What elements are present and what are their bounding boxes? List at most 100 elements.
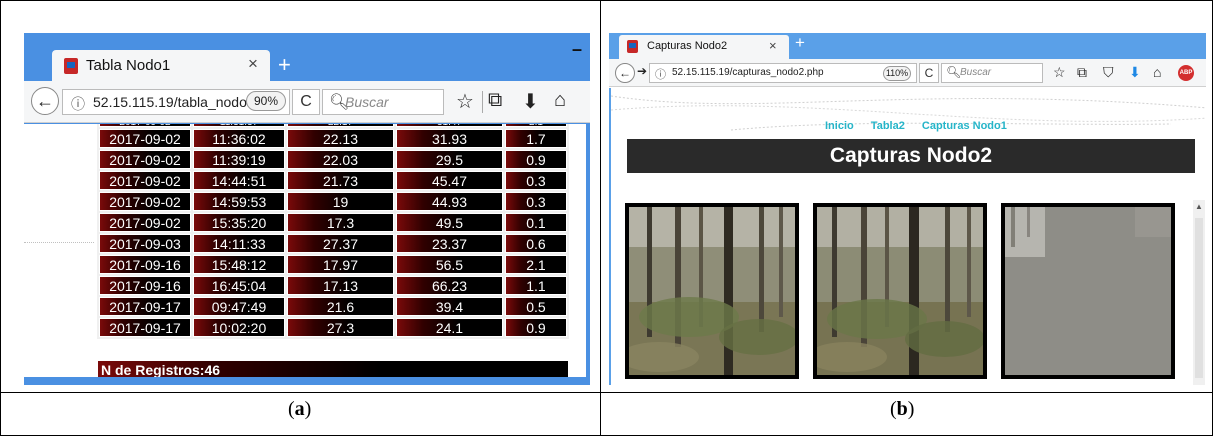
- close-tab-icon[interactable]: ×: [769, 38, 777, 53]
- table-cell: 17.3: [287, 213, 394, 232]
- figure-divider-horizontal: [0, 392, 1213, 393]
- table-cell: 2017-09-02: [99, 150, 191, 169]
- scroll-up-icon[interactable]: ▲: [1195, 202, 1203, 211]
- page-content: 2017-09-0211:31:3722.1731.472.1 2017-09-0…: [24, 124, 586, 377]
- url-text: 52.15.115.19/tabla_nodo1.p: [93, 94, 266, 110]
- forward-button[interactable]: ➔: [637, 64, 647, 78]
- search-input[interactable]: 🔍︎ Buscar: [941, 63, 1043, 83]
- table-cell: 10:02:20: [193, 318, 285, 337]
- nav-link-capturas-nodo1[interactable]: Capturas Nodo1: [922, 120, 1007, 132]
- zoom-badge[interactable]: 90%: [246, 91, 286, 111]
- table-cell: 0.6: [504, 234, 567, 253]
- capture-image[interactable]: [1001, 203, 1175, 379]
- new-tab-icon[interactable]: +: [278, 52, 291, 78]
- browser-tab[interactable]: Capturas Nodo2 ×: [619, 35, 789, 59]
- table-row: 2017-09-02 14:44:51 21.73 45.47 0.3: [99, 171, 567, 190]
- url-bar[interactable]: ⓘ 52.15.115.19/capturas_nodo2.php: [649, 63, 917, 83]
- table-cell: 56.5: [395, 255, 503, 274]
- scrollbar[interactable]: ▲: [1193, 200, 1205, 385]
- library-icon[interactable]: ⧉: [488, 89, 502, 112]
- capture-image[interactable]: [625, 203, 799, 379]
- table-cell: 0.9: [504, 150, 567, 169]
- browser-tab[interactable]: Tabla Nodo1 ×: [52, 50, 270, 81]
- caption-a: (a): [288, 398, 312, 420]
- table-cell: 17.97: [287, 255, 394, 274]
- table-cell: 2017-09-02: [99, 192, 191, 211]
- table-cell: 2017-09-17: [99, 318, 191, 337]
- pocket-icon[interactable]: ⛉: [1103, 64, 1114, 81]
- data-table: 2017-09-0211:31:3722.1731.472.1 2017-09-0…: [97, 124, 569, 339]
- nav-link-inicio[interactable]: Inicio: [825, 120, 854, 132]
- table-row: 2017-09-02 15:35:20 17.3 49.5 0.1: [99, 213, 567, 232]
- close-tab-icon[interactable]: ×: [248, 54, 258, 74]
- table-cell: 11:36:02: [193, 129, 285, 148]
- search-input[interactable]: 🔍︎ Buscar: [322, 89, 444, 115]
- nav-link-tabla2[interactable]: Tabla2: [871, 120, 905, 132]
- table-row: 2017-09-16 15:48:12 17.97 56.5 2.1: [99, 255, 567, 274]
- table-cell: 14:11:33: [193, 234, 285, 253]
- download-icon[interactable]: ⬇: [1129, 64, 1141, 81]
- record-count: N de Registros:46: [97, 360, 569, 377]
- minimize-icon[interactable]: –: [572, 39, 582, 60]
- favicon-icon: [627, 40, 638, 53]
- table-row: 2017-09-02 11:36:02 22.13 31.93 1.7: [99, 129, 567, 148]
- back-button[interactable]: ←: [31, 87, 59, 115]
- capture-image[interactable]: [813, 203, 987, 379]
- table-cell: 0.9: [504, 318, 567, 337]
- toolbar-separator: [482, 91, 483, 113]
- bookmark-star-icon[interactable]: ☆: [1053, 64, 1066, 81]
- reload-button[interactable]: C: [292, 89, 320, 115]
- table-row: 2017-09-17 09:47:49 21.6 39.4 0.5: [99, 297, 567, 316]
- table-cell: 2017-09-02: [99, 129, 191, 148]
- home-icon[interactable]: ⌂: [1153, 64, 1161, 80]
- zoom-badge[interactable]: 110%: [883, 66, 911, 81]
- table-row-partial: 2017-09-0211:31:3722.1731.472.1: [99, 124, 567, 127]
- title-bar: Capturas Nodo2 × +: [609, 33, 1206, 59]
- back-button[interactable]: ←: [615, 63, 635, 83]
- info-icon[interactable]: ⓘ: [71, 94, 85, 114]
- table-cell: 2017-09-02: [99, 171, 191, 190]
- page-content: Inicio Tabla2 Capturas Nodo1 Capturas No…: [609, 88, 1206, 385]
- table-cell: 22.13: [287, 129, 394, 148]
- table-row: 2017-09-16 16:45:04 17.13 66.23 1.1: [99, 276, 567, 295]
- table-cell: 31.93: [395, 129, 503, 148]
- table-cell: 11:31:37: [193, 124, 285, 127]
- table-cell: 14:44:51: [193, 171, 285, 190]
- table-row: 2017-09-17 10:02:20 27.3 24.1 0.9: [99, 318, 567, 337]
- browser-window-a: Tabla Nodo1 × + – ← ⓘ 52.15.115.19/tabla…: [24, 33, 590, 385]
- bookmark-star-icon[interactable]: ☆: [456, 89, 474, 114]
- table-cell: 0.3: [504, 171, 567, 190]
- table-cell: 15:35:20: [193, 213, 285, 232]
- table-cell: 21.73: [287, 171, 394, 190]
- new-tab-icon[interactable]: +: [795, 33, 805, 53]
- nav-bar: ← ➔ ⓘ 52.15.115.19/capturas_nodo2.php 11…: [609, 59, 1206, 87]
- table-cell: 1.1: [504, 276, 567, 295]
- nav-bar: ← ⓘ 52.15.115.19/tabla_nodo1.p ▼ 90% C 🔍…: [24, 81, 590, 123]
- library-icon[interactable]: ⧉: [1077, 64, 1087, 81]
- browser-window-b: Capturas Nodo2 × + ← ➔ ⓘ 52.15.115.19/ca…: [609, 33, 1206, 385]
- table-cell: 2.1: [504, 255, 567, 274]
- title-bar: Tabla Nodo1 × + –: [24, 33, 590, 81]
- table-cell: 17.13: [287, 276, 394, 295]
- table-cell: 0.1: [504, 213, 567, 232]
- adblock-icon[interactable]: ABP: [1178, 65, 1194, 81]
- site-nav: Inicio Tabla2 Capturas Nodo1: [825, 120, 1021, 132]
- table-cell: 16:45:04: [193, 276, 285, 295]
- table-cell: 2.1: [504, 124, 567, 127]
- table-cell: 24.1: [395, 318, 503, 337]
- table-cell: 14:59:53: [193, 192, 285, 211]
- table-cell: 19: [287, 192, 394, 211]
- table-cell: 0.5: [504, 297, 567, 316]
- favicon-icon: [64, 58, 78, 74]
- home-icon[interactable]: ⌂: [554, 89, 566, 112]
- scrollbar-thumb[interactable]: [1195, 218, 1203, 378]
- download-icon[interactable]: ⬇: [522, 89, 539, 114]
- decorative-dotted-line: [24, 242, 94, 243]
- table-cell: 2017-09-17: [99, 297, 191, 316]
- window-border-bottom: [24, 377, 590, 385]
- reload-button[interactable]: C: [919, 63, 939, 83]
- info-icon[interactable]: ⓘ: [655, 66, 666, 82]
- search-placeholder: Buscar: [960, 67, 992, 78]
- table-cell: 15:48:12: [193, 255, 285, 274]
- table-cell: 2017-09-16: [99, 276, 191, 295]
